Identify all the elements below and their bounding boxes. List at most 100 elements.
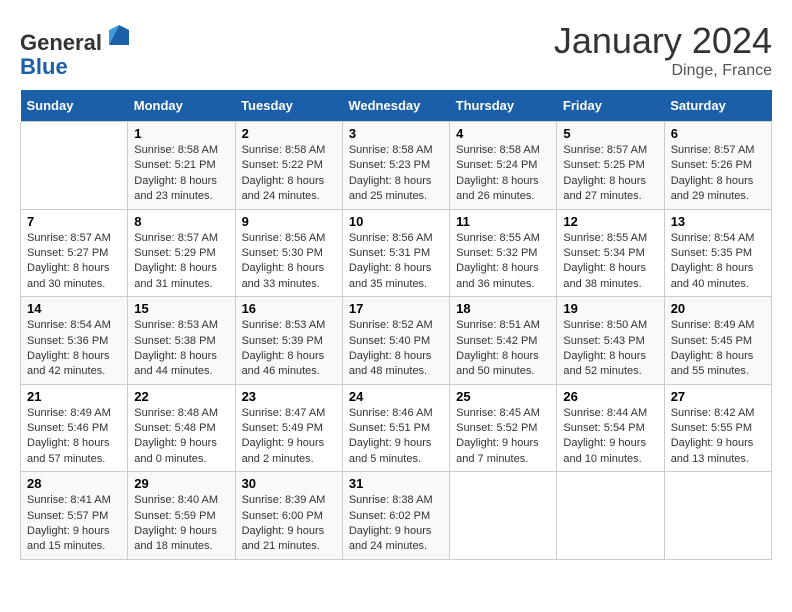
day-info: Sunrise: 8:53 AM Sunset: 5:38 PM Dayligh… bbox=[134, 318, 228, 380]
day-info: Sunrise: 8:50 AM Sunset: 5:43 PM Dayligh… bbox=[563, 318, 657, 380]
day-info: Sunrise: 8:42 AM Sunset: 5:55 PM Dayligh… bbox=[671, 406, 765, 468]
calendar-table: SundayMondayTuesdayWednesdayThursdayFrid… bbox=[20, 90, 772, 560]
header-day-thursday: Thursday bbox=[450, 90, 557, 122]
day-number: 14 bbox=[27, 301, 121, 316]
day-number: 8 bbox=[134, 214, 228, 229]
header-day-sunday: Sunday bbox=[21, 90, 128, 122]
day-number: 30 bbox=[242, 476, 336, 491]
day-info: Sunrise: 8:58 AM Sunset: 5:24 PM Dayligh… bbox=[456, 143, 550, 205]
day-cell: 31 Sunrise: 8:38 AM Sunset: 6:02 PM Dayli… bbox=[342, 472, 449, 560]
day-number: 28 bbox=[27, 476, 121, 491]
title-block: January 2024 Dinge, France bbox=[554, 20, 772, 80]
day-number: 1 bbox=[134, 126, 228, 141]
day-info: Sunrise: 8:57 AM Sunset: 5:25 PM Dayligh… bbox=[563, 143, 657, 205]
header-day-friday: Friday bbox=[557, 90, 664, 122]
day-cell: 18 Sunrise: 8:51 AM Sunset: 5:42 PM Dayli… bbox=[450, 297, 557, 385]
day-number: 22 bbox=[134, 389, 228, 404]
day-info: Sunrise: 8:54 AM Sunset: 5:35 PM Dayligh… bbox=[671, 231, 765, 293]
day-cell: 3 Sunrise: 8:58 AM Sunset: 5:23 PM Daylig… bbox=[342, 122, 449, 210]
day-number: 4 bbox=[456, 126, 550, 141]
month-title: January 2024 bbox=[554, 20, 772, 62]
day-info: Sunrise: 8:58 AM Sunset: 5:22 PM Dayligh… bbox=[242, 143, 336, 205]
day-number: 12 bbox=[563, 214, 657, 229]
day-info: Sunrise: 8:47 AM Sunset: 5:49 PM Dayligh… bbox=[242, 406, 336, 468]
day-info: Sunrise: 8:48 AM Sunset: 5:48 PM Dayligh… bbox=[134, 406, 228, 468]
day-info: Sunrise: 8:45 AM Sunset: 5:52 PM Dayligh… bbox=[456, 406, 550, 468]
day-number: 16 bbox=[242, 301, 336, 316]
week-row-4: 21Sunrise: 8:49 AM Sunset: 5:46 PM Dayli… bbox=[21, 384, 772, 472]
day-cell: 5 Sunrise: 8:57 AM Sunset: 5:25 PM Daylig… bbox=[557, 122, 664, 210]
header-day-wednesday: Wednesday bbox=[342, 90, 449, 122]
week-row-1: 1 Sunrise: 8:58 AM Sunset: 5:21 PM Daylig… bbox=[21, 122, 772, 210]
day-cell bbox=[557, 472, 664, 560]
header-day-saturday: Saturday bbox=[664, 90, 771, 122]
day-cell: 22 Sunrise: 8:48 AM Sunset: 5:48 PM Dayli… bbox=[128, 384, 235, 472]
day-info: Sunrise: 8:58 AM Sunset: 5:21 PM Dayligh… bbox=[134, 143, 228, 205]
day-cell: 16 Sunrise: 8:53 AM Sunset: 5:39 PM Dayli… bbox=[235, 297, 342, 385]
day-cell: 2Sunrise: 8:58 AM Sunset: 5:22 PM Daylig… bbox=[235, 122, 342, 210]
day-cell: 25Sunrise: 8:45 AM Sunset: 5:52 PM Dayli… bbox=[450, 384, 557, 472]
week-row-2: 7 Sunrise: 8:57 AM Sunset: 5:27 PM Daylig… bbox=[21, 209, 772, 297]
day-info: Sunrise: 8:51 AM Sunset: 5:42 PM Dayligh… bbox=[456, 318, 550, 380]
day-info: Sunrise: 8:55 AM Sunset: 5:32 PM Dayligh… bbox=[456, 231, 550, 293]
day-info: Sunrise: 8:58 AM Sunset: 5:23 PM Dayligh… bbox=[349, 143, 443, 205]
day-info: Sunrise: 8:46 AM Sunset: 5:51 PM Dayligh… bbox=[349, 406, 443, 468]
day-cell: 1 Sunrise: 8:58 AM Sunset: 5:21 PM Daylig… bbox=[128, 122, 235, 210]
day-number: 31 bbox=[349, 476, 443, 491]
day-info: Sunrise: 8:57 AM Sunset: 5:26 PM Dayligh… bbox=[671, 143, 765, 205]
day-number: 15 bbox=[134, 301, 228, 316]
header-row: SundayMondayTuesdayWednesdayThursdayFrid… bbox=[21, 90, 772, 122]
logo: General Blue bbox=[20, 20, 134, 79]
day-cell bbox=[450, 472, 557, 560]
week-row-5: 28 Sunrise: 8:41 AM Sunset: 5:57 PM Dayli… bbox=[21, 472, 772, 560]
week-row-3: 14 Sunrise: 8:54 AM Sunset: 5:36 PM Dayli… bbox=[21, 297, 772, 385]
logo-blue-text: Blue bbox=[20, 54, 68, 79]
location-text: Dinge, France bbox=[554, 62, 772, 80]
day-number: 5 bbox=[563, 126, 657, 141]
calendar-header: SundayMondayTuesdayWednesdayThursdayFrid… bbox=[21, 90, 772, 122]
day-number: 7 bbox=[27, 214, 121, 229]
day-number: 21 bbox=[27, 389, 121, 404]
logo-icon bbox=[104, 20, 134, 50]
day-info: Sunrise: 8:57 AM Sunset: 5:29 PM Dayligh… bbox=[134, 231, 228, 293]
day-cell: 17Sunrise: 8:52 AM Sunset: 5:40 PM Dayli… bbox=[342, 297, 449, 385]
day-cell bbox=[664, 472, 771, 560]
day-cell: 13Sunrise: 8:54 AM Sunset: 5:35 PM Dayli… bbox=[664, 209, 771, 297]
header-day-monday: Monday bbox=[128, 90, 235, 122]
day-number: 3 bbox=[349, 126, 443, 141]
day-cell: 6 Sunrise: 8:57 AM Sunset: 5:26 PM Daylig… bbox=[664, 122, 771, 210]
day-info: Sunrise: 8:52 AM Sunset: 5:40 PM Dayligh… bbox=[349, 318, 443, 380]
day-cell: 23 Sunrise: 8:47 AM Sunset: 5:49 PM Dayli… bbox=[235, 384, 342, 472]
day-cell: 14 Sunrise: 8:54 AM Sunset: 5:36 PM Dayli… bbox=[21, 297, 128, 385]
logo-general: General bbox=[20, 30, 102, 55]
day-cell: 27 Sunrise: 8:42 AM Sunset: 5:55 PM Dayli… bbox=[664, 384, 771, 472]
day-info: Sunrise: 8:38 AM Sunset: 6:02 PM Dayligh… bbox=[349, 493, 443, 555]
day-cell: 8 Sunrise: 8:57 AM Sunset: 5:29 PM Daylig… bbox=[128, 209, 235, 297]
day-info: Sunrise: 8:41 AM Sunset: 5:57 PM Dayligh… bbox=[27, 493, 121, 555]
day-info: Sunrise: 8:57 AM Sunset: 5:27 PM Dayligh… bbox=[27, 231, 121, 293]
day-cell: 21Sunrise: 8:49 AM Sunset: 5:46 PM Dayli… bbox=[21, 384, 128, 472]
logo-text: General Blue bbox=[20, 20, 134, 79]
calendar-body: 1 Sunrise: 8:58 AM Sunset: 5:21 PM Daylig… bbox=[21, 122, 772, 560]
day-number: 23 bbox=[242, 389, 336, 404]
day-cell: 11Sunrise: 8:55 AM Sunset: 5:32 PM Dayli… bbox=[450, 209, 557, 297]
day-info: Sunrise: 8:53 AM Sunset: 5:39 PM Dayligh… bbox=[242, 318, 336, 380]
day-number: 18 bbox=[456, 301, 550, 316]
day-number: 26 bbox=[563, 389, 657, 404]
day-number: 29 bbox=[134, 476, 228, 491]
day-cell: 9Sunrise: 8:56 AM Sunset: 5:30 PM Daylig… bbox=[235, 209, 342, 297]
day-cell: 20 Sunrise: 8:49 AM Sunset: 5:45 PM Dayli… bbox=[664, 297, 771, 385]
day-cell bbox=[21, 122, 128, 210]
day-cell: 28 Sunrise: 8:41 AM Sunset: 5:57 PM Dayli… bbox=[21, 472, 128, 560]
day-number: 24 bbox=[349, 389, 443, 404]
day-info: Sunrise: 8:40 AM Sunset: 5:59 PM Dayligh… bbox=[134, 493, 228, 555]
day-number: 27 bbox=[671, 389, 765, 404]
day-number: 6 bbox=[671, 126, 765, 141]
header-day-tuesday: Tuesday bbox=[235, 90, 342, 122]
day-info: Sunrise: 8:39 AM Sunset: 6:00 PM Dayligh… bbox=[242, 493, 336, 555]
day-number: 20 bbox=[671, 301, 765, 316]
day-cell: 26Sunrise: 8:44 AM Sunset: 5:54 PM Dayli… bbox=[557, 384, 664, 472]
day-info: Sunrise: 8:54 AM Sunset: 5:36 PM Dayligh… bbox=[27, 318, 121, 380]
day-cell: 24 Sunrise: 8:46 AM Sunset: 5:51 PM Dayli… bbox=[342, 384, 449, 472]
day-info: Sunrise: 8:49 AM Sunset: 5:45 PM Dayligh… bbox=[671, 318, 765, 380]
